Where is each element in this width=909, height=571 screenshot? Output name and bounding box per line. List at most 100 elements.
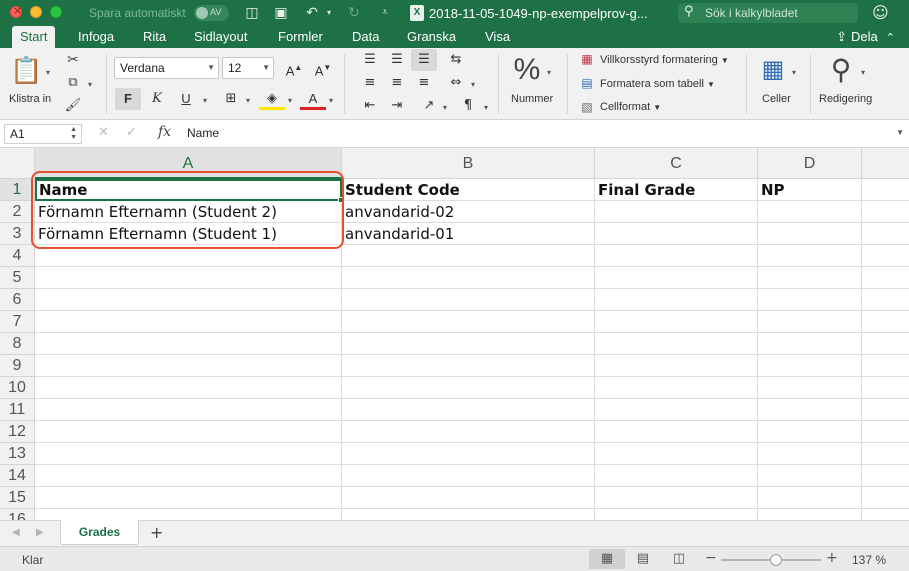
number-label[interactable]: Nummer (511, 93, 553, 105)
copy-dropdown-icon[interactable]: ▾ (88, 80, 92, 89)
insert-function-icon[interactable]: fx (158, 124, 171, 140)
cell-e9[interactable] (862, 355, 909, 377)
cell-a13[interactable] (35, 443, 342, 465)
cell-b10[interactable] (342, 377, 595, 399)
column-header-d[interactable]: D (758, 148, 862, 179)
zoom-in-button[interactable]: + (826, 550, 838, 566)
fill-color-dropdown-icon[interactable]: ▾ (288, 96, 292, 105)
paste-dropdown-icon[interactable]: ▾ (46, 68, 50, 77)
zoom-out-button[interactable]: − (705, 550, 717, 566)
cell-d13[interactable] (758, 443, 862, 465)
align-left-icon[interactable]: ≡ (357, 72, 383, 94)
formula-input[interactable]: Name (187, 126, 219, 140)
cell-c4[interactable] (595, 245, 758, 267)
conditional-formatting-icon[interactable]: ▦ (579, 52, 595, 66)
customize-toolbar-icon[interactable]: ⩡ (376, 4, 394, 22)
undo-icon[interactable]: ↶ (303, 4, 321, 22)
cell-c3[interactable] (595, 223, 758, 245)
cut-icon[interactable]: ✂ (64, 52, 82, 68)
cell-a10[interactable] (35, 377, 342, 399)
cell-e3[interactable] (862, 223, 909, 245)
add-sheet-button[interactable]: + (150, 523, 163, 542)
tab-infoga[interactable]: Infoga (78, 26, 114, 48)
cell-e7[interactable] (862, 311, 909, 333)
editing-dropdown-icon[interactable]: ▾ (861, 68, 865, 77)
underline-dropdown-icon[interactable]: ▾ (203, 96, 207, 105)
font-name-select[interactable]: Verdana ▼ (114, 57, 219, 79)
cell-c15[interactable] (595, 487, 758, 509)
cell-c12[interactable] (595, 421, 758, 443)
cell-b4[interactable] (342, 245, 595, 267)
collapse-ribbon-icon[interactable]: ⌃ (886, 31, 895, 44)
normal-view-icon[interactable]: ▦ (589, 549, 625, 569)
cell-b16[interactable] (342, 509, 595, 520)
cell-d3[interactable] (758, 223, 862, 245)
column-header-c[interactable]: C (595, 148, 758, 179)
save-icon[interactable]: ▣ (272, 4, 290, 22)
tab-formler[interactable]: Formler (278, 26, 323, 48)
align-bottom-icon[interactable]: ☰ (411, 49, 437, 71)
cells-icon[interactable]: ▦ (758, 54, 788, 84)
zoom-window-button[interactable] (50, 6, 62, 18)
name-box[interactable]: A1 ▲ ▼ (4, 124, 82, 144)
tab-visa[interactable]: Visa (485, 26, 510, 48)
percent-icon[interactable]: % (512, 52, 542, 88)
cell-e16[interactable] (862, 509, 909, 520)
cell-a16[interactable] (35, 509, 342, 520)
cell-e13[interactable] (862, 443, 909, 465)
number-format-dropdown-icon[interactable]: ▾ (547, 68, 551, 77)
cell-e14[interactable] (862, 465, 909, 487)
cell-d10[interactable] (758, 377, 862, 399)
cell-e15[interactable] (862, 487, 909, 509)
tab-start[interactable]: Start (12, 26, 56, 48)
cell-styles-icon[interactable]: ▧ (579, 100, 595, 114)
format-as-table-label[interactable]: Formatera som tabell ▼ (600, 78, 715, 90)
cell-a2[interactable]: Förnamn Efternamn (Student 2) (35, 201, 342, 223)
align-center-icon[interactable]: ≡ (384, 72, 410, 94)
merge-dropdown-icon[interactable]: ▾ (471, 80, 475, 89)
cell-d9[interactable] (758, 355, 862, 377)
row-header-3[interactable]: 3 (0, 223, 35, 245)
cell-e1[interactable] (862, 179, 909, 201)
cell-c11[interactable] (595, 399, 758, 421)
previous-sheet-icon[interactable]: ◀ (12, 527, 20, 538)
find-magnifier-icon[interactable]: ⚲ (826, 52, 856, 88)
borders-dropdown-icon[interactable]: ▾ (246, 96, 250, 105)
cell-b15[interactable] (342, 487, 595, 509)
cell-c6[interactable] (595, 289, 758, 311)
cells-label[interactable]: Celler (762, 93, 791, 105)
increase-indent-icon[interactable]: ⇥ (384, 95, 410, 117)
close-window-button[interactable] (10, 4, 22, 18)
increase-font-size-button[interactable]: A▲ (281, 57, 307, 79)
underline-button[interactable]: U (173, 88, 199, 110)
row-header-14[interactable]: 14 (0, 465, 35, 487)
cell-b14[interactable] (342, 465, 595, 487)
cell-a8[interactable] (35, 333, 342, 355)
bold-button[interactable]: F (115, 88, 141, 110)
cell-b11[interactable] (342, 399, 595, 421)
decrease-indent-icon[interactable]: ⇤ (357, 95, 383, 117)
cell-a4[interactable] (35, 245, 342, 267)
format-painter-icon[interactable]: 🖌 (64, 98, 82, 113)
share-button[interactable]: ⇪ Dela ⌃ (836, 26, 895, 48)
cell-d14[interactable] (758, 465, 862, 487)
cell-d15[interactable] (758, 487, 862, 509)
zoom-level[interactable]: 137 % (852, 553, 886, 567)
column-header-e[interactable] (862, 148, 909, 179)
row-header-13[interactable]: 13 (0, 443, 35, 465)
cell-b3[interactable]: anvandarid-01 (342, 223, 595, 245)
cell-b5[interactable] (342, 267, 595, 289)
cell-a7[interactable] (35, 311, 342, 333)
cell-d8[interactable] (758, 333, 862, 355)
cell-a1[interactable]: Name (35, 179, 342, 201)
cell-a9[interactable] (35, 355, 342, 377)
cell-c13[interactable] (595, 443, 758, 465)
undo-dropdown-icon[interactable]: ▾ (320, 4, 338, 22)
feedback-smiley-icon[interactable]: ☺ (872, 3, 889, 22)
wrap-text-icon[interactable]: ⇆ (443, 49, 469, 71)
cell-e5[interactable] (862, 267, 909, 289)
cell-a11[interactable] (35, 399, 342, 421)
tab-sidlayout[interactable]: Sidlayout (194, 26, 247, 48)
cell-c16[interactable] (595, 509, 758, 520)
page-break-preview-icon[interactable]: ◫ (661, 549, 697, 569)
